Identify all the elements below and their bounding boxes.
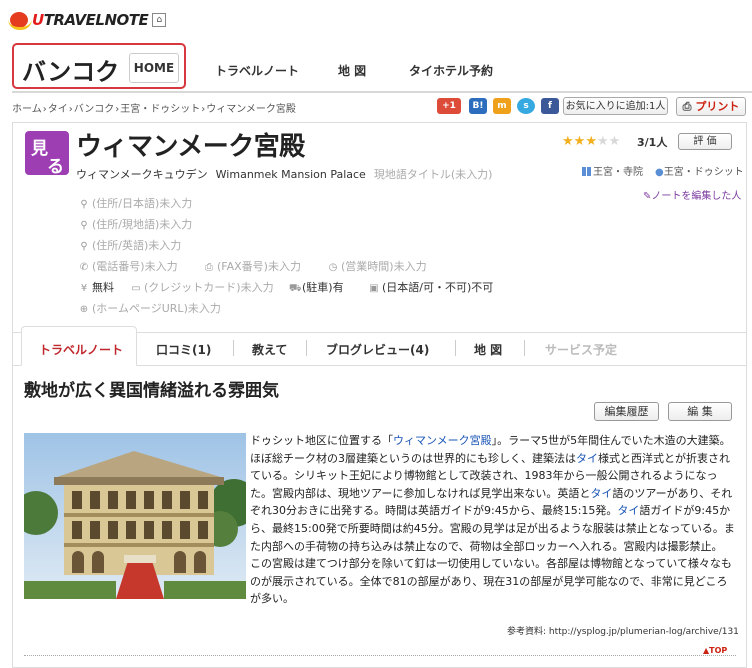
nav-map[interactable]: 地 図: [338, 62, 366, 79]
section-divider: [24, 655, 736, 656]
info-hours: ◷ (営業時間)未入力: [328, 260, 427, 273]
editors-link[interactable]: ✎ノートを編集した人: [643, 187, 741, 202]
info-homepage: ⊕ (ホームページURL)未入力: [79, 302, 221, 315]
info-address-local: ⚲ (住所/現地語)未入力: [80, 218, 193, 231]
info-address-en: ⚲ (住所/英語)未入力: [80, 239, 182, 252]
breadcrumb: ホーム›タイ›バンコク›王宮・ドゥシット›ウィマンメーク宮殿: [12, 104, 296, 115]
city-name[interactable]: バンコク: [22, 52, 119, 87]
car-icon: ⛟: [289, 283, 302, 294]
reference-source: 参考資料: http://ysplog.jp/plumerian-log/arc…: [507, 627, 739, 637]
nav-travelnote[interactable]: トラベルノート: [215, 62, 299, 79]
rate-button[interactable]: 評 価: [678, 133, 732, 150]
star-filled-icon: ★: [585, 134, 597, 149]
pin-icon: ●: [655, 167, 664, 178]
edit-button[interactable]: 編 集: [668, 402, 732, 421]
edit-history-button[interactable]: 編集履歴: [594, 402, 659, 421]
breadcrumb-country[interactable]: タイ: [48, 104, 68, 115]
mixi-share-icon[interactable]: m: [493, 98, 511, 114]
tab-separator: [306, 340, 307, 356]
printer-icon: ⎙: [682, 100, 692, 113]
info-card: ▭ (クレジットカード)未入力: [131, 281, 274, 294]
info-address-ja: ⚲ (住所/日本語)未入力: [80, 197, 193, 210]
spot-title: ウィマンメーク宮殿: [76, 132, 305, 162]
tab-services: サービス予定: [545, 343, 618, 357]
location-pin-icon: ⚲: [80, 220, 88, 231]
breadcrumb-area[interactable]: 王宮・ドゥシット: [120, 104, 200, 115]
info-fee: ¥ 無料: [80, 281, 114, 294]
yen-icon: ¥: [80, 283, 88, 294]
skype-share-icon[interactable]: s: [517, 98, 535, 114]
thai-link[interactable]: タイ: [576, 452, 598, 465]
spot-subtitle: ウィマンメークキュウデン Wimanmek Mansion Palace 現地語タイ…: [76, 166, 492, 182]
tab-travelnote[interactable]: トラベルノート: [39, 341, 123, 358]
star-filled-icon: ★: [562, 134, 574, 149]
star-filled-icon: ★: [573, 134, 586, 149]
credit-card-icon: ▭: [131, 283, 141, 294]
logo-text: UTRAVELNOTE: [32, 11, 149, 29]
breadcrumb-home[interactable]: ホーム: [12, 104, 42, 115]
hatena-bookmark-icon[interactable]: B!: [469, 98, 487, 114]
facebook-share-icon[interactable]: f: [541, 98, 559, 114]
nav-hotel[interactable]: タイホテル予約: [409, 62, 493, 79]
spot-english-name: Wimanmek Mansion Palace: [215, 168, 366, 181]
see-category-badge: 見る: [25, 131, 69, 177]
info-phone: ✆ (電話番号)未入力: [79, 260, 178, 273]
spot-reading: ウィマンメークキュウデン: [76, 168, 208, 181]
globe-icon: ⊕: [79, 304, 89, 315]
tab-separator: [455, 340, 456, 356]
breadcrumb-current: ウィマンメーク宮殿: [206, 104, 296, 115]
tab-reviews[interactable]: 口コミ(1): [156, 341, 211, 358]
add-favorite-button[interactable]: お気に入りに追加:1人: [563, 97, 668, 115]
info-fax: ⎙ (FAX番号)未入力: [205, 260, 301, 273]
spot-link[interactable]: ウィマンメーク宮殿: [393, 434, 492, 447]
thai-link[interactable]: タイ: [617, 504, 639, 517]
info-parking: ⛟(駐車)有: [289, 281, 344, 294]
home-button[interactable]: HOME: [129, 53, 179, 83]
gplus-share-icon[interactable]: +1: [437, 98, 461, 114]
palace-photo: [24, 433, 246, 599]
language-icon: ▣: [369, 283, 379, 294]
location-pin-icon: ⚲: [80, 241, 88, 252]
breadcrumb-city[interactable]: バンコク: [74, 104, 115, 115]
rating-count: 3/1人: [637, 136, 668, 149]
location-pin-icon: ⚲: [80, 199, 88, 210]
article-heading: 敷地が広く異国情緒溢れる雰囲気: [24, 381, 279, 401]
logo-mark-icon: [8, 9, 32, 31]
tab-map[interactable]: 地 図: [474, 341, 502, 358]
area-link[interactable]: ●王宮・ドゥシット: [655, 163, 744, 178]
star-empty-icon: ★: [608, 134, 621, 149]
clock-icon: ◷: [328, 262, 338, 273]
tab-separator: [524, 340, 525, 356]
star-rating: ★★★★★: [562, 134, 620, 148]
info-japanese: ▣ (日本語/可・不可)不可: [369, 281, 494, 294]
phone-icon: ✆: [79, 262, 89, 273]
back-to-top-link[interactable]: ▲TOP: [703, 646, 727, 655]
site-logo[interactable]: UTRAVELNOTE ⌂: [8, 6, 167, 34]
tab-separator: [233, 340, 234, 356]
tab-blog-reviews[interactable]: ブログレビュー(4): [326, 341, 429, 358]
fax-icon: ⎙: [205, 262, 213, 273]
tab-questions[interactable]: 教えて: [252, 341, 287, 358]
category-link[interactable]: 王宮・寺院: [582, 163, 643, 178]
spot-local-name: 現地語タイトル(未入力): [373, 168, 493, 181]
grid-icon: [582, 167, 591, 176]
print-button[interactable]: ⎙ プリント: [676, 97, 746, 116]
home-icon[interactable]: ⌂: [152, 13, 167, 27]
star-empty-icon: ★: [596, 134, 609, 149]
thai-link[interactable]: タイ: [590, 487, 612, 500]
